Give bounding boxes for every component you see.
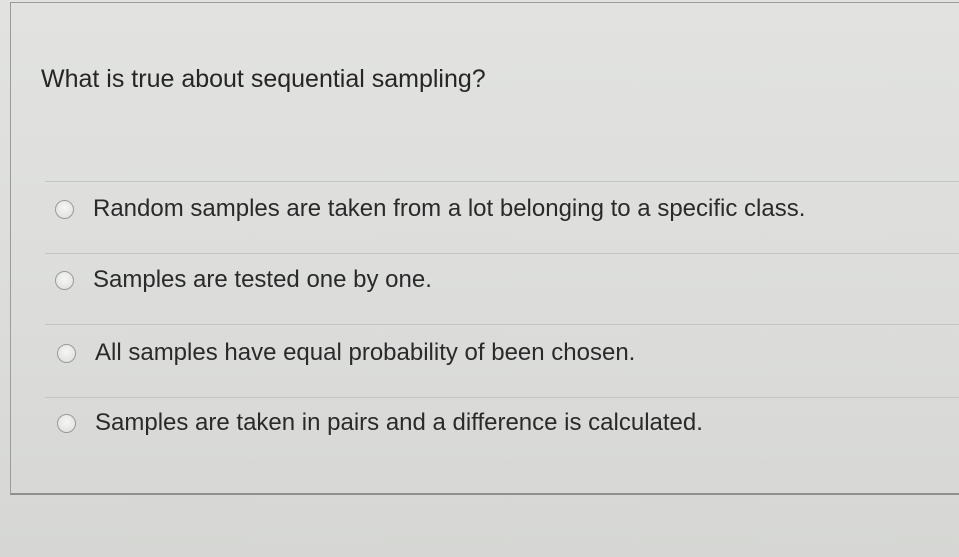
option-divider xyxy=(45,397,959,398)
option-divider xyxy=(45,253,959,254)
option-tested-one-by-one[interactable]: Samples are tested one by one. xyxy=(55,260,432,300)
radio-button[interactable] xyxy=(55,199,74,219)
option-divider xyxy=(45,324,959,325)
question-card: What is true about sequential sampling? … xyxy=(10,2,959,495)
option-label: Random samples are taken from a lot belo… xyxy=(93,195,806,222)
option-label: Samples are taken in pairs and a differe… xyxy=(95,409,703,436)
option-label: All samples have equal probability of be… xyxy=(95,339,636,366)
radio-button[interactable] xyxy=(57,413,76,433)
option-label: Samples are tested one by one. xyxy=(93,266,432,293)
radio-button[interactable] xyxy=(55,270,74,290)
option-taken-in-pairs[interactable]: Samples are taken in pairs and a differe… xyxy=(57,403,703,443)
question-text: What is true about sequential sampling? xyxy=(41,65,486,93)
option-divider xyxy=(45,181,959,182)
option-random-samples[interactable]: Random samples are taken from a lot belo… xyxy=(55,189,805,229)
option-equal-probability[interactable]: All samples have equal probability of be… xyxy=(57,333,635,373)
radio-button[interactable] xyxy=(57,343,76,363)
page-background: What is true about sequential sampling? … xyxy=(0,0,959,557)
